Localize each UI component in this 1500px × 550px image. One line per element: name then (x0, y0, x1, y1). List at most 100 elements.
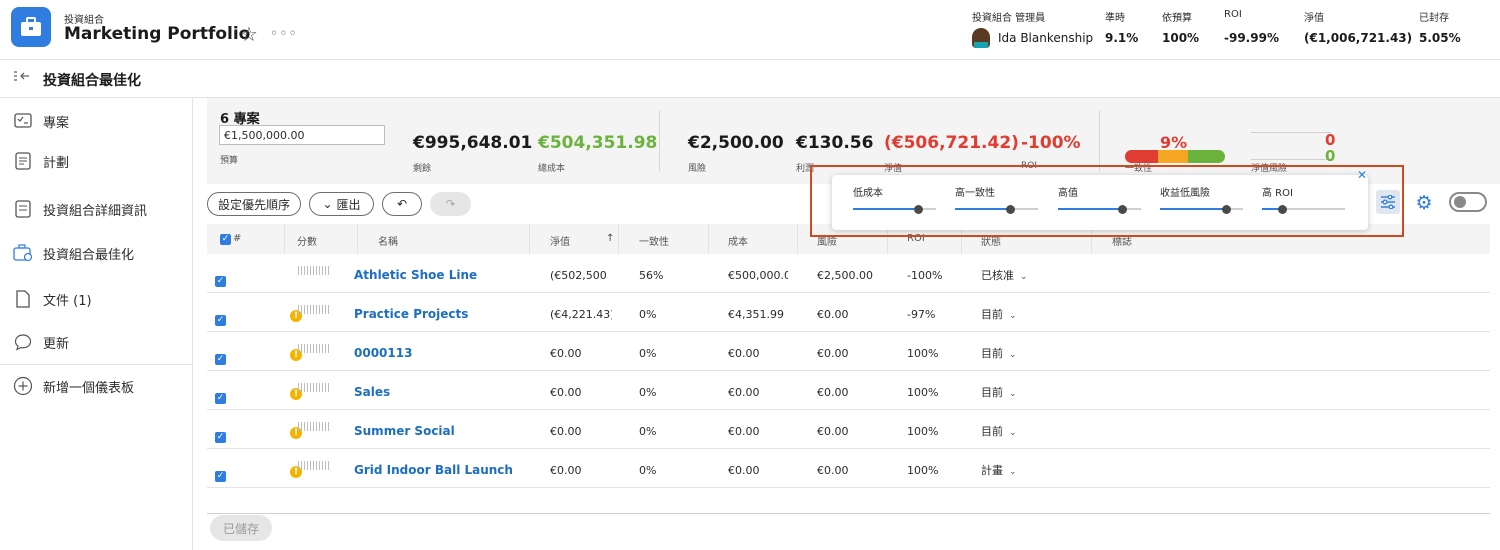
row-checkbox[interactable]: ✓ (215, 276, 226, 287)
col-score[interactable]: 分數 (297, 233, 317, 248)
sliders-icon[interactable] (1376, 190, 1400, 214)
row-checkbox[interactable]: ✓ (215, 471, 226, 482)
status-label: 目前 (981, 425, 1003, 438)
on-budget-value: 100% (1162, 31, 1200, 45)
sidebar-item-label: 新增一個儀表板 (43, 380, 135, 396)
table-row[interactable]: ✓ ! 0000113 €0.00 0% €0.00 €0.00 100% 目前… (207, 332, 1490, 371)
net-value-cell: €0.00 (550, 425, 582, 438)
sidebar-item-updates[interactable]: 更新 (0, 324, 192, 360)
cost-cell: €4,351.99 (728, 308, 784, 321)
budget-input[interactable] (219, 125, 385, 145)
chevron-down-icon: ⌄ (1009, 311, 1017, 321)
chevron-down-icon: ⌄ (1020, 272, 1028, 282)
status-label: 計畫 (981, 464, 1003, 477)
project-name-link[interactable]: Sales (354, 385, 529, 399)
net-value: (€506,721.42) (884, 133, 1019, 153)
plan-icon (13, 151, 33, 171)
table-row[interactable]: ✓ Athletic Shoe Line (€502,500.( 56% €50… (207, 254, 1490, 293)
slider-label-high-roi: 高 ROI (1262, 188, 1293, 199)
select-all-checkbox[interactable]: ✓ (220, 234, 231, 245)
chevron-down-icon: ⌄ (1009, 350, 1017, 360)
page-title: Marketing Portfolio (64, 24, 251, 44)
col-name[interactable]: 名稱 (378, 233, 398, 248)
sidebar-item-portfolio-details[interactable]: 投資組合詳細資訊 (0, 191, 192, 227)
net-value-cell: (€4,221.43) (550, 308, 612, 321)
table-row[interactable]: ✓ ! Summer Social €0.00 0% €0.00 €0.00 1… (207, 410, 1490, 449)
gear-icon[interactable]: ⚙ (1413, 192, 1435, 214)
project-name-link[interactable]: 0000113 (354, 346, 529, 360)
slider-fill (1058, 208, 1122, 210)
export-button[interactable]: ⌄ 匯出 (309, 192, 374, 216)
risk-cell: €0.00 (817, 308, 849, 321)
row-checkbox[interactable]: ✓ (215, 393, 226, 404)
cost-cell: €0.00 (728, 386, 760, 399)
col-roi[interactable]: ROI (907, 233, 925, 244)
optimizer-toggle[interactable] (1449, 192, 1487, 212)
row-checkbox[interactable]: ✓ (215, 432, 226, 443)
manager-info[interactable]: Ida Blankenship (972, 28, 1093, 48)
project-name-link[interactable]: Grid Indoor Ball Launch (354, 463, 529, 477)
cost-cell: €0.00 (728, 464, 760, 477)
close-icon[interactable]: ✕ (1357, 168, 1367, 182)
col-cost[interactable]: 成本 (728, 233, 748, 248)
sidebar-item-documents[interactable]: 文件 (1) (0, 281, 192, 317)
sidebar: 專案 計劃 投資組合詳細資訊 投資組合最佳化 文件 (1) 更新 新增一個儀表板 (0, 98, 193, 550)
status-dropdown[interactable]: 目前 ⌄ (981, 306, 1017, 322)
status-dropdown[interactable]: 計畫 ⌄ (981, 462, 1017, 478)
row-checkbox[interactable]: ✓ (215, 354, 226, 365)
table-row[interactable]: ✓ ! Sales €0.00 0% €0.00 €0.00 100% 目前 ⌄ (207, 371, 1490, 410)
table-row[interactable]: ✓ ! Practice Projects (€4,221.43) 0% €4,… (207, 293, 1490, 332)
saved-button[interactable]: 已儲存 (210, 515, 272, 541)
slider-handle[interactable] (1005, 205, 1015, 214)
sidebar-item-projects[interactable]: 專案 (0, 103, 192, 139)
export-label: 匯出 (336, 197, 361, 212)
status-dropdown[interactable]: 已核准 ⌄ (981, 267, 1028, 283)
col-flag[interactable]: 標誌 (1112, 233, 1132, 248)
project-name-link[interactable]: Practice Projects (354, 307, 529, 321)
slider-handle[interactable] (913, 205, 923, 214)
high-alignment-slider[interactable] (955, 205, 1038, 214)
slider-handle[interactable] (1117, 205, 1127, 214)
project-name-link[interactable]: Summer Social (354, 424, 529, 438)
col-net-value[interactable]: 淨值 (550, 233, 570, 248)
net-value-cell: €0.00 (550, 386, 582, 399)
star-outline-icon[interactable]: ☆ (240, 24, 258, 44)
sidebar-item-plans[interactable]: 計劃 (0, 143, 192, 179)
low-cost-slider[interactable] (853, 205, 936, 214)
portfolio-summary: 6 專案 預算 €995,648.01 剩餘 €504,351.98 總成本 €… (207, 98, 1500, 184)
more-horizontal-icon[interactable]: ◦◦◦ (270, 26, 298, 42)
status-dropdown[interactable]: 目前 ⌄ (981, 345, 1017, 361)
comment-icon (13, 332, 33, 352)
high-roi-slider[interactable] (1262, 205, 1345, 214)
slider-label-high-value: 高值 (1058, 188, 1078, 199)
col-alignment[interactable]: 一致性 (639, 233, 669, 248)
status-label: 目前 (981, 386, 1003, 399)
status-dropdown[interactable]: 目前 ⌄ (981, 423, 1017, 439)
col-risk[interactable]: 風險 (817, 233, 837, 248)
alignment-segment (1158, 150, 1188, 163)
score-bar (298, 266, 330, 275)
prioritize-button[interactable]: 設定優先順序 (207, 192, 301, 216)
sidebar-item-label: 投資組合詳細資訊 (43, 203, 148, 219)
sidebar-item-add-dashboard[interactable]: 新增一個儀表板 (0, 368, 192, 404)
collapse-panel-icon[interactable] (13, 70, 31, 88)
project-name-link[interactable]: Athletic Shoe Line (354, 268, 529, 282)
sidebar-item-portfolio-optimizer[interactable]: 投資組合最佳化 (0, 235, 192, 271)
arrow-up-icon[interactable]: ↑ (606, 233, 614, 244)
portfolio-briefcase-icon (11, 7, 51, 47)
alignment-cell: 0% (639, 425, 657, 438)
row-checkbox[interactable]: ✓ (215, 315, 226, 326)
risk-value: €2,500.00 (688, 133, 784, 153)
redo-button[interactable]: ↷ (430, 192, 471, 216)
score-bar (298, 422, 330, 431)
low-risk-slider[interactable] (1160, 205, 1243, 214)
table-row[interactable]: ✓ ! Grid Indoor Ball Launch €0.00 0% €0.… (207, 449, 1490, 488)
column-divider (529, 224, 530, 254)
high-value-slider[interactable] (1058, 205, 1141, 214)
undo-button[interactable]: ↶ (382, 192, 422, 216)
col-status[interactable]: 狀態 (981, 233, 1001, 248)
sidebar-item-label: 文件 (1) (43, 293, 92, 309)
closed-value: 5.05% (1419, 31, 1461, 45)
slider-handle[interactable] (1277, 205, 1287, 214)
status-dropdown[interactable]: 目前 ⌄ (981, 384, 1017, 400)
